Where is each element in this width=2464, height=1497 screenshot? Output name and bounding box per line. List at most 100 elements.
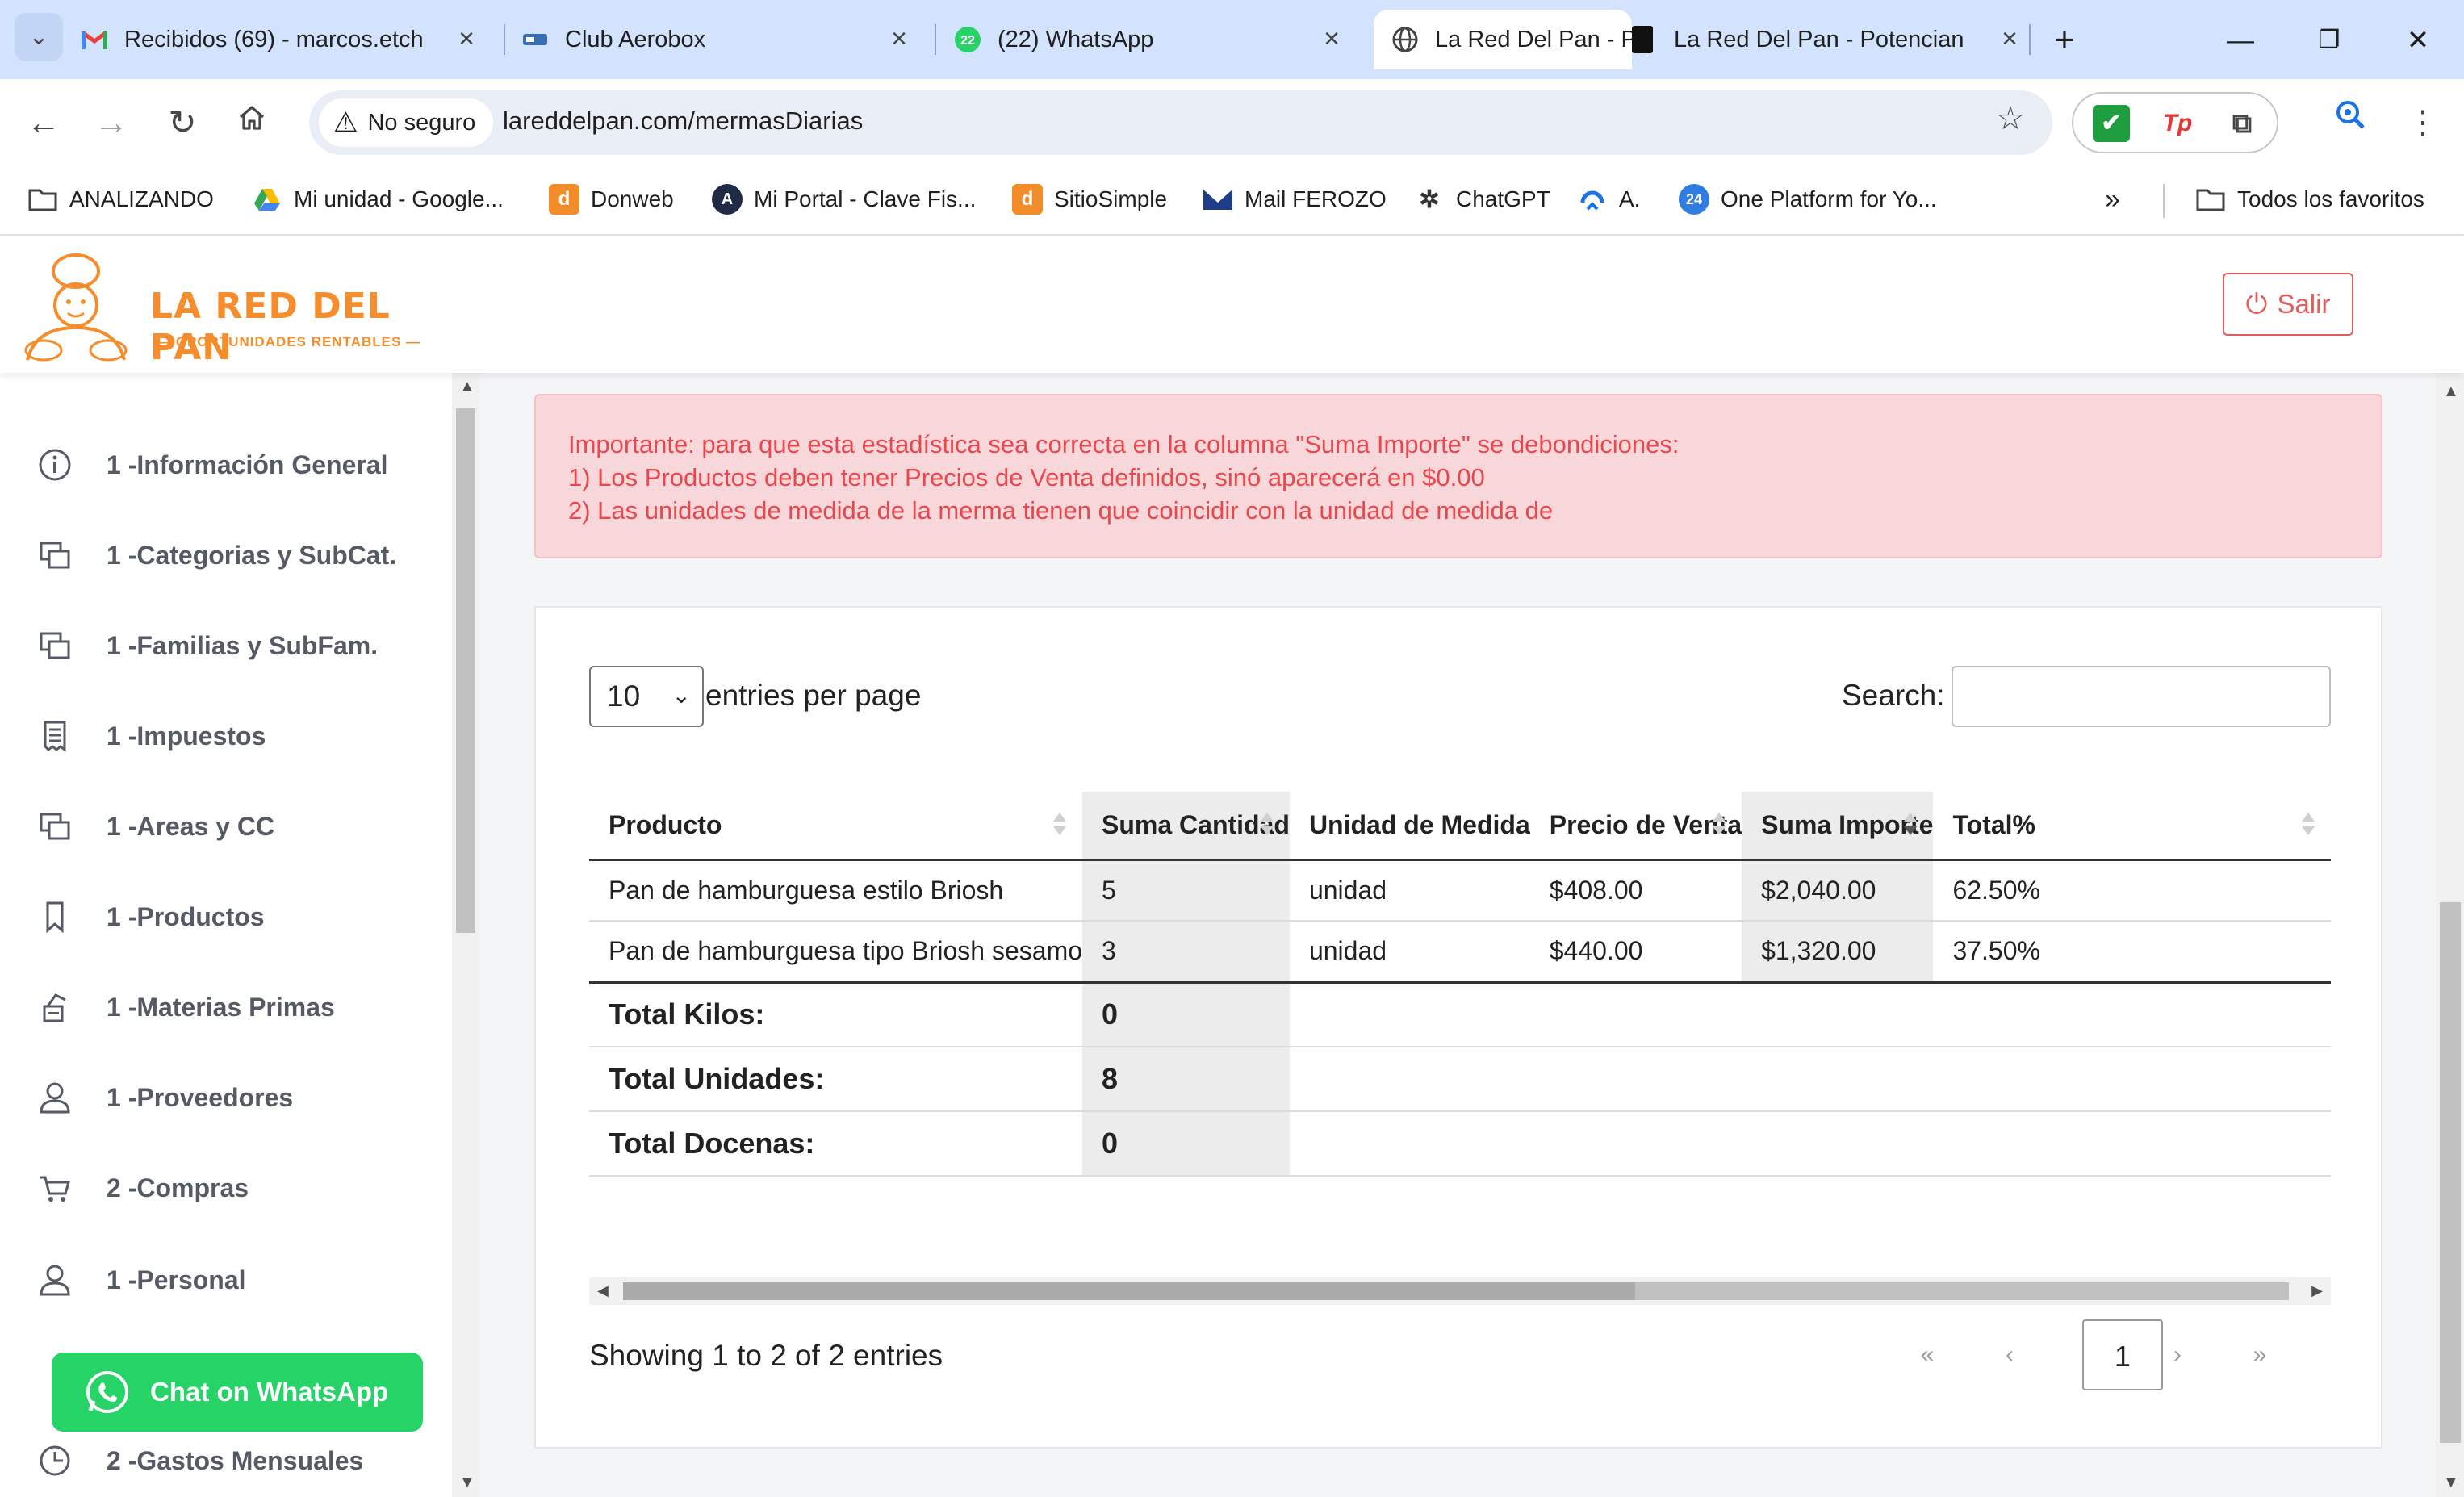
restore-button[interactable]: ❐ (2305, 18, 2353, 63)
alert-line: 2) Las unidades de medida de la merma ti… (568, 496, 1554, 525)
scroll-up-arrow-icon[interactable]: ▲ (2443, 383, 2459, 401)
pagination-next-button[interactable]: › (2137, 1319, 2218, 1390)
page-length-value: 10 (607, 680, 641, 713)
entries-per-page-select[interactable]: 10 ⌄ (589, 666, 704, 727)
site-logo[interactable]: LA RED DEL PAN — OPORTUNIDADES RENTABLES… (11, 244, 447, 368)
column-header-producto[interactable]: Producto (589, 792, 1083, 861)
entries-per-page-label: entries per page (705, 679, 922, 712)
sidebar-item-label: 1 -Proveedores (107, 1082, 294, 1112)
logout-button[interactable]: ⏻ Salir (2223, 273, 2353, 336)
minimize-button[interactable]: — (2216, 18, 2265, 63)
total-row-kilos: Total Kilos: 0 (589, 981, 2331, 1047)
logo-subtitle: — OPORTUNIDADES RENTABLES — (157, 334, 421, 349)
bookmark-sitiosimple[interactable]: d SitioSimple (1012, 181, 1167, 218)
scroll-down-arrow-icon[interactable]: ▼ (459, 1474, 475, 1492)
tab-la-red-del-pan-potenciando[interactable]: La Red Del Pan - Potenciand × (1632, 10, 2035, 69)
datatable-card: 10 ⌄ entries per page Search: Producto S… (534, 606, 2382, 1449)
sidebar-item-productos[interactable]: 1 -Productos (37, 893, 265, 941)
chatgpt-icon: ✲ (1419, 186, 1440, 213)
tab-whatsapp[interactable]: 22 (22) WhatsApp × (954, 10, 1358, 69)
folder-icon (27, 184, 58, 215)
bookmark-a[interactable]: A. (1577, 181, 1640, 218)
home-icon (239, 106, 265, 130)
pagination-last-button[interactable]: » (2219, 1319, 2300, 1390)
pagination-first-button[interactable]: « (1887, 1319, 1968, 1390)
column-header-suma-cantidad[interactable]: Suma Cantidad (1082, 792, 1290, 861)
sidebar-scrollbar[interactable]: ▲ ▼ (452, 373, 479, 1497)
column-header-unidad-de-medida[interactable]: Unidad de Medida (1289, 792, 1530, 861)
sidebar-item-impuestos[interactable]: 1 -Impuestos (37, 712, 266, 760)
tab-la-red-del-pan-active[interactable]: La Red Del Pan - Pa (1374, 10, 1632, 69)
sidebar-item-gastos-mensuales[interactable]: 2 -Gastos Mensuales (37, 1436, 363, 1485)
address-bar[interactable]: ⚠ No seguro lareddelpan.com/mermasDiaria… (309, 90, 2052, 155)
bookmark-folder-analizando[interactable]: ANALIZANDO (27, 181, 214, 218)
sidebar-item-categorias[interactable]: 1 -Categorias y SubCat. (37, 531, 396, 579)
lens-button[interactable] (2324, 95, 2376, 147)
mail-icon (1203, 184, 1233, 215)
sort-icon (1713, 813, 1726, 838)
sidebar-item-areas[interactable]: 1 -Areas y CC (37, 802, 274, 851)
a-icon (1577, 184, 1608, 215)
sidebar-item-label: 1 -Personal (107, 1265, 246, 1294)
bookmark-one-platform[interactable]: 24 One Platform for Yo... (1679, 181, 1937, 218)
checkmark-extension-icon[interactable]: ✔ (2093, 105, 2130, 142)
all-bookmarks-folder[interactable]: Todos los favoritos (2195, 181, 2424, 218)
scroll-left-arrow-icon[interactable]: ◀ (597, 1282, 609, 1299)
back-button[interactable]: ← (18, 97, 69, 148)
pagination-prev-button[interactable]: ‹ (1969, 1319, 2050, 1390)
sidebar-item-label: 1 -Impuestos (107, 721, 266, 751)
whatsapp-icon (86, 1371, 128, 1413)
column-header-suma-importe[interactable]: Suma Importe (1742, 792, 1934, 861)
sidebar-scroll-thumb[interactable] (456, 408, 475, 933)
puzzle-extensions-icon[interactable]: ⧉ (2223, 105, 2261, 142)
forward-button[interactable]: → (86, 97, 137, 148)
tab-search-button[interactable]: ⌄ (15, 13, 63, 61)
sidebar-item-materias-primas[interactable]: 1 -Materias Primas (37, 983, 335, 1031)
new-tab-button[interactable]: + (2040, 18, 2089, 63)
user-icon (37, 1262, 73, 1298)
bookmark-google-drive[interactable]: Mi unidad - Google... (252, 181, 504, 218)
tp-extension-icon[interactable]: Tp (2159, 105, 2196, 142)
bookmark-star-icon[interactable]: ☆ (1996, 100, 2025, 137)
scroll-up-arrow-icon[interactable]: ▲ (459, 378, 475, 396)
page-scrollbar[interactable]: ▲ ▼ (2436, 373, 2464, 1497)
column-header-precio-de-venta[interactable]: Precio de Venta (1529, 792, 1742, 861)
search-input[interactable] (1952, 666, 2331, 727)
bookmark-donweb[interactable]: d Donweb (549, 181, 674, 218)
column-header-total-percent[interactable]: Total% (1933, 792, 2331, 861)
sidebar-item-informacion-general[interactable]: 1 -Información General (37, 441, 388, 489)
table-info: Showing 1 to 2 of 2 entries (589, 1339, 943, 1372)
close-tab-icon[interactable]: × (452, 24, 481, 53)
close-tab-icon[interactable]: × (885, 24, 914, 53)
whatsapp-chat-button[interactable]: Chat on WhatsApp (52, 1353, 423, 1432)
sidebar-item-label: 1 -Categorias y SubCat. (107, 540, 397, 570)
sidebar-item-compras[interactable]: 2 -Compras (37, 1164, 249, 1212)
url-text[interactable]: lareddelpan.com/mermasDiarias (503, 107, 863, 136)
bookmark-chatgpt[interactable]: ✲ ChatGPT (1414, 181, 1550, 218)
reload-button[interactable]: ↻ (157, 97, 208, 148)
table-header-row: Producto Suma Cantidad Unidad de Medida … (589, 792, 2331, 861)
sidebar-item-proveedores[interactable]: 1 -Proveedores (37, 1073, 293, 1122)
menu-kebab-icon[interactable]: ⋮ (2397, 97, 2449, 148)
tab-club-aerobox[interactable]: Club Aerobox × (521, 10, 925, 69)
bookmarks-overflow-button[interactable]: » (2105, 181, 2120, 218)
home-button[interactable] (226, 97, 278, 148)
page-scroll-thumb[interactable] (2440, 902, 2461, 1443)
sidebar-item-personal[interactable]: 1 -Personal (37, 1256, 246, 1304)
close-tab-icon[interactable]: × (1317, 24, 1346, 53)
sidebar-item-familias[interactable]: 1 -Familias y SubFam. (37, 621, 378, 670)
site-info-button[interactable]: ⚠ No seguro (319, 98, 494, 147)
bookmark-mail-ferozo[interactable]: Mail FEROZO (1203, 181, 1387, 218)
table-scroll-thumb[interactable] (623, 1282, 2289, 1300)
close-window-button[interactable]: ✕ (2394, 18, 2442, 63)
scroll-down-arrow-icon[interactable]: ▼ (2443, 1474, 2459, 1492)
table-horizontal-scrollbar[interactable]: ◀ ▶ (589, 1277, 2331, 1305)
close-tab-icon[interactable]: × (1995, 24, 2024, 53)
bookmark-mi-portal[interactable]: A Mi Portal - Clave Fis... (712, 181, 976, 218)
scroll-right-arrow-icon[interactable]: ▶ (2311, 1282, 2323, 1299)
bookmark-label: One Platform for Yo... (1721, 186, 1937, 211)
tab-gmail[interactable]: Recibidos (69) - marcos.etch × (81, 10, 492, 69)
important-alert: Importante: para que esta estadística se… (534, 394, 2382, 558)
site-icon (1632, 26, 1653, 53)
gmail-icon (81, 26, 108, 53)
